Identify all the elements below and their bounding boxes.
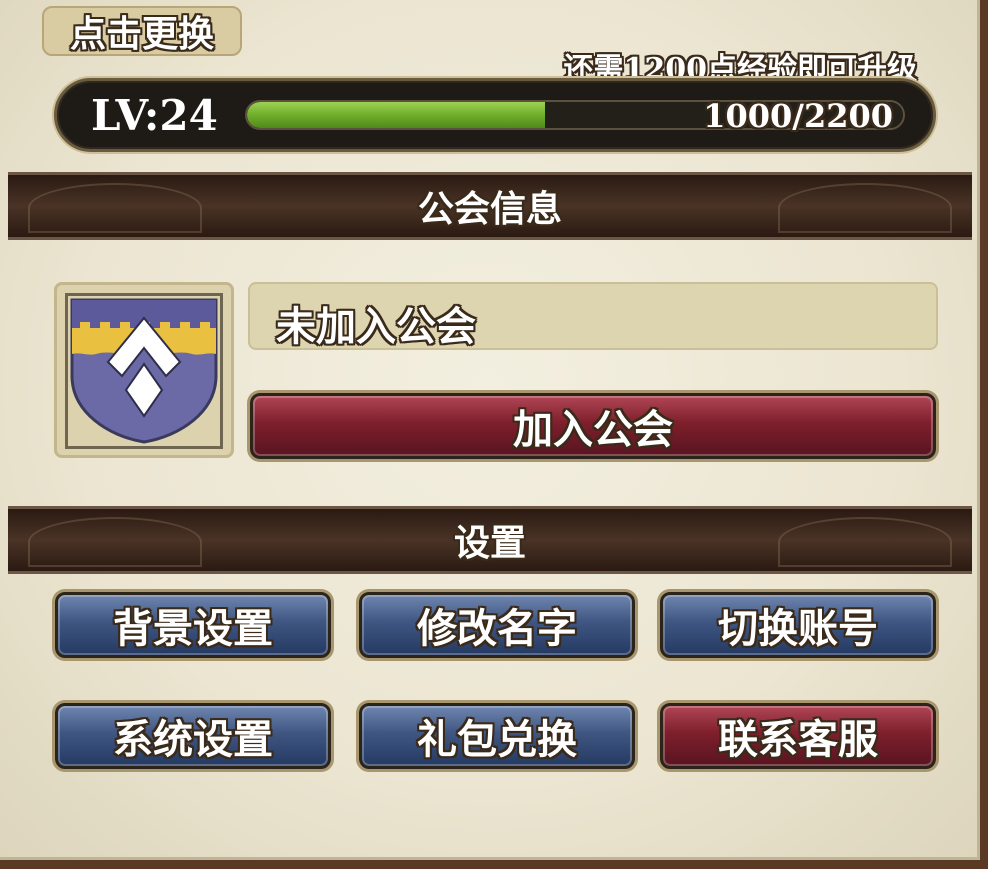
join-guild-label: 加入公会: [513, 407, 673, 453]
guild-info-title: 公会信息: [417, 189, 562, 230]
guild-emblem: [65, 293, 223, 449]
guild-emblem-frame[interactable]: [54, 282, 234, 458]
background-settings-button[interactable]: 背景设置: [55, 592, 331, 658]
switch-account-label: 切换账号: [718, 606, 878, 652]
rename-button[interactable]: 修改名字: [359, 592, 635, 658]
system-settings-button[interactable]: 系统设置: [55, 703, 331, 769]
guild-name: 未加入公会: [276, 304, 476, 350]
contact-support-button[interactable]: 联系客服: [660, 703, 936, 769]
background-settings-label: 背景设置: [113, 606, 273, 652]
settings-panel: 点击更换 还需1200点经验即可升级 LV:24 1000/2200 公会信息: [0, 0, 980, 860]
join-guild-button[interactable]: 加入公会: [250, 393, 936, 459]
gift-redeem-button[interactable]: 礼包兑换: [359, 703, 635, 769]
level-bar: LV:24 1000/2200: [54, 78, 936, 152]
level-label: LV:24: [91, 91, 218, 140]
switch-account-button[interactable]: 切换账号: [660, 592, 936, 658]
exp-progress-fill: [247, 102, 546, 128]
gift-redeem-label: 礼包兑换: [417, 717, 577, 763]
change-avatar-button[interactable]: 点击更换: [42, 6, 242, 56]
guild-name-box: 未加入公会: [248, 282, 938, 350]
guild-info-header: 公会信息: [8, 172, 972, 240]
shield-emblem-icon: [70, 298, 218, 444]
contact-support-label: 联系客服: [718, 717, 878, 763]
settings-header: 设置: [8, 506, 972, 574]
exp-value: 1000/2200: [703, 97, 893, 135]
system-settings-label: 系统设置: [113, 717, 273, 763]
rename-label: 修改名字: [417, 606, 577, 652]
settings-title: 设置: [453, 523, 526, 564]
